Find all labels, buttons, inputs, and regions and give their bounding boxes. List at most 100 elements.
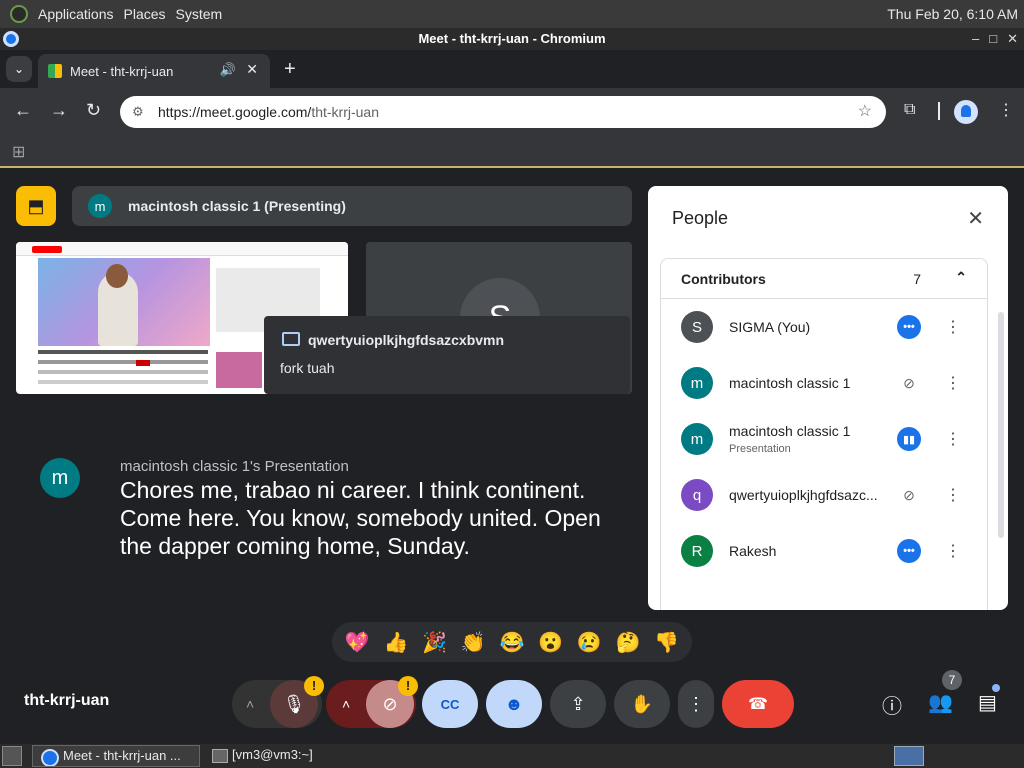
forward-button[interactable]: →: [50, 100, 68, 121]
youtube-logo: [32, 246, 62, 253]
meet-stage: ⬒ m macintosh classic 1 (Presenting) S q…: [0, 170, 1024, 744]
people-scrollbar[interactable]: [998, 312, 1004, 538]
participant-row[interactable]: S SIGMA (You) ••• ⋮: [661, 299, 987, 355]
tab-search-button[interactable]: ⌄: [6, 56, 32, 82]
mic-off-icon: ⊘: [903, 486, 915, 503]
clock[interactable]: Thu Feb 20, 6:10 AM: [887, 6, 1018, 22]
os-logo-icon[interactable]: [10, 5, 28, 23]
os-taskbar: Meet - tht-krrj-uan ... [vm3@vm3:~]: [0, 744, 1024, 768]
participant-avatar: m: [681, 367, 713, 399]
participant-name: Rakesh: [729, 543, 777, 559]
participant-name: macintosh classic 1: [729, 423, 851, 439]
site-info-icon[interactable]: ⚙: [132, 96, 144, 128]
close-tab-icon[interactable]: ✕: [246, 61, 258, 78]
present-button[interactable]: ⇪: [550, 680, 606, 728]
raise-hand-button[interactable]: ✋: [614, 680, 670, 728]
browser-menu-icon[interactable]: ⋮: [998, 100, 1014, 120]
reaction-thinking[interactable]: 🤔: [615, 630, 640, 655]
reaction-heart[interactable]: 💖: [345, 630, 370, 655]
bookmarks-bar: ⊞: [0, 136, 1024, 168]
back-button[interactable]: ←: [14, 100, 32, 121]
shared-text-lines: [38, 350, 208, 354]
chevron-up-icon[interactable]: ⌃: [955, 269, 967, 286]
speaking-icon: ▮▮: [897, 427, 921, 451]
people-panel: People ✕ Contributors 7 ⌃ S SIGMA (You) ••…: [648, 186, 1008, 610]
workspace-switcher[interactable]: [894, 746, 924, 766]
chat-notification[interactable]: qwertyuioplkjhgfdsazcxbvmn fork tuah: [264, 316, 630, 394]
participant-row[interactable]: m macintosh classic 1 ⊘ ⋮: [661, 355, 987, 411]
profile-icon[interactable]: [954, 100, 978, 124]
more-actions-icon[interactable]: •••: [897, 315, 921, 339]
reaction-sad[interactable]: 😢: [577, 630, 602, 655]
camera-warning-icon: !: [398, 676, 418, 696]
meeting-info-icon[interactable]: ⓘ: [882, 690, 902, 719]
presenting-banner[interactable]: m macintosh classic 1 (Presenting): [72, 186, 632, 226]
chat-sender: qwertyuioplkjhgfdsazcxbvmn: [308, 332, 505, 348]
reaction-surprised[interactable]: 😮: [538, 630, 563, 655]
participant-menu-icon[interactable]: ⋮: [945, 317, 961, 337]
bookmark-star-icon[interactable]: ☆: [858, 96, 872, 128]
close-window-icon[interactable]: ✕: [1007, 28, 1018, 50]
more-actions-icon[interactable]: •••: [897, 539, 921, 563]
extensions-icon[interactable]: ⧉: [904, 101, 915, 119]
menu-applications[interactable]: Applications: [38, 6, 114, 22]
window-title: Meet - tht-krrj-uan - Chromium: [418, 31, 606, 46]
reaction-clap[interactable]: 👏: [461, 630, 486, 655]
tab-strip: ⌄ Meet - tht-krrj-uan 🔊 ✕ +: [0, 50, 1024, 88]
shared-subscribe-button: [136, 360, 150, 366]
reaction-thumbs-up[interactable]: 👍: [384, 630, 409, 655]
participant-row[interactable]: m macintosh classic 1 Presentation ▮▮ ⋮: [661, 411, 987, 467]
meet-favicon-icon: [48, 64, 62, 78]
participant-row[interactable]: q qwertyuioplkjhgfdsazc... ⊘ ⋮: [661, 467, 987, 523]
address-bar[interactable]: ⚙ https://meet.google.com/tht-krrj-uan ☆: [120, 96, 886, 128]
taskbar-item-terminal[interactable]: [vm3@vm3:~]: [206, 745, 366, 767]
new-tab-button[interactable]: +: [284, 58, 296, 81]
participant-menu-icon[interactable]: ⋮: [945, 429, 961, 449]
chat-icon[interactable]: ▤: [978, 690, 997, 715]
people-icon[interactable]: 👥: [928, 690, 953, 715]
url-path: tht-krrj-uan: [311, 104, 379, 120]
mic-off-icon: ⊘: [903, 374, 915, 391]
mic-warning-icon: !: [304, 676, 324, 696]
chat-message: fork tuah: [280, 360, 335, 376]
participant-menu-icon[interactable]: ⋮: [945, 373, 961, 393]
reaction-thumbs-down[interactable]: 👎: [654, 630, 679, 655]
contributors-label: Contributors: [681, 270, 766, 287]
caption-avatar: m: [40, 458, 80, 498]
participant-menu-icon[interactable]: ⋮: [945, 541, 961, 561]
people-count-badge: 7: [942, 670, 962, 690]
participant-avatar: m: [681, 423, 713, 455]
participant-row[interactable]: R Rakesh ••• ⋮: [661, 523, 987, 579]
window-titlebar: Meet - tht-krrj-uan - Chromium – □ ✕: [0, 28, 1024, 50]
participant-menu-icon[interactable]: ⋮: [945, 485, 961, 505]
contributors-header[interactable]: Contributors 7 ⌃: [661, 259, 987, 299]
tab-meet[interactable]: Meet - tht-krrj-uan 🔊 ✕: [38, 54, 270, 88]
presentation-exit-button[interactable]: ⬒: [16, 186, 56, 226]
apps-grid-icon[interactable]: ⊞: [12, 142, 25, 162]
contributors-section: Contributors 7 ⌃ S SIGMA (You) ••• ⋮ m macint…: [660, 258, 988, 610]
taskbar-item-chromium[interactable]: Meet - tht-krrj-uan ...: [32, 745, 200, 767]
leave-call-button[interactable]: ☎: [722, 680, 794, 728]
reaction-party[interactable]: 🎉: [422, 630, 447, 655]
speaker-icon[interactable]: 🔊: [220, 62, 236, 78]
chromium-icon: [3, 31, 19, 47]
minimize-icon[interactable]: –: [972, 28, 979, 50]
reactions-button[interactable]: ☻: [486, 680, 542, 728]
participant-name: SIGMA (You): [729, 319, 811, 335]
shared-page-header: [16, 242, 348, 256]
participant-avatar: R: [681, 535, 713, 567]
reload-button[interactable]: ↻: [86, 100, 101, 121]
shared-video-thumbnail: [38, 258, 210, 346]
menu-places[interactable]: Places: [124, 6, 166, 22]
close-panel-icon[interactable]: ✕: [967, 206, 984, 231]
reaction-laugh[interactable]: 😂: [500, 630, 525, 655]
menu-system[interactable]: System: [176, 6, 223, 22]
maximize-icon[interactable]: □: [989, 28, 997, 50]
browser-toolbar: ← → ↻ ⚙ https://meet.google.com/tht-krrj…: [0, 88, 1024, 136]
chat-unread-dot: [992, 684, 1000, 692]
more-options-button[interactable]: ⋮: [678, 680, 714, 728]
meeting-code: tht-krrj-uan: [24, 692, 110, 709]
show-desktop-button[interactable]: [2, 746, 22, 766]
participant-avatar: q: [681, 479, 713, 511]
captions-button[interactable]: CC: [422, 680, 478, 728]
